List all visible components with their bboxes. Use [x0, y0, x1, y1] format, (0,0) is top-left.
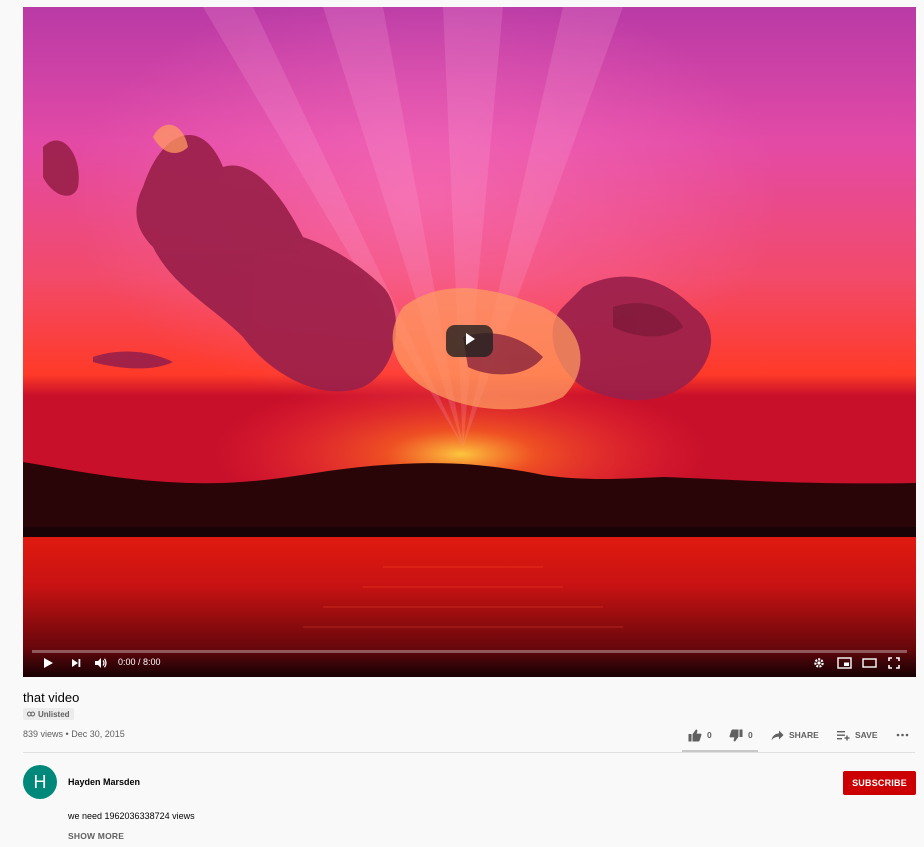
- volume-icon: [95, 658, 107, 668]
- theater-icon: [861, 658, 877, 668]
- share-icon: [771, 730, 784, 740]
- next-button[interactable]: [69, 655, 83, 671]
- video-title: that video: [23, 690, 80, 705]
- more-actions-button[interactable]: [896, 727, 909, 743]
- play-button[interactable]: [41, 655, 55, 671]
- channel-avatar[interactable]: H: [23, 765, 57, 799]
- miniplayer-button[interactable]: [836, 655, 852, 671]
- upload-date: Dec 30, 2015: [71, 729, 125, 739]
- channel-name[interactable]: Hayden Marsden: [68, 777, 140, 787]
- dislike-button[interactable]: 0: [729, 727, 753, 743]
- view-count: 839 views: [23, 729, 64, 739]
- video-description: we need 1962036338724 views: [68, 811, 195, 821]
- fullscreen-button[interactable]: [887, 655, 901, 671]
- subscribe-button[interactable]: SUBSCRIBE: [843, 771, 916, 795]
- dislike-icon: [729, 729, 743, 741]
- fullscreen-icon: [888, 657, 900, 669]
- more-icon: [896, 733, 909, 737]
- play-icon: [44, 658, 53, 668]
- share-label: SHARE: [789, 730, 819, 740]
- visibility-badge: Unlisted: [23, 708, 74, 720]
- video-player[interactable]: 0:00 / 8:00: [23, 7, 916, 677]
- settings-button[interactable]: [812, 655, 826, 671]
- meta-separator: •: [65, 729, 69, 739]
- save-playlist-icon: [837, 730, 850, 740]
- like-icon: [688, 729, 702, 741]
- player-controls: 0:00 / 8:00: [23, 649, 916, 677]
- miniplayer-icon: [836, 657, 852, 669]
- theater-mode-button[interactable]: [861, 655, 877, 671]
- visibility-label: Unlisted: [38, 709, 70, 719]
- next-icon: [72, 659, 81, 667]
- play-icon: [463, 332, 477, 351]
- share-button[interactable]: SHARE: [771, 727, 819, 743]
- section-divider: [23, 752, 915, 753]
- save-label: SAVE: [855, 730, 878, 740]
- dislike-count: 0: [748, 730, 753, 740]
- large-play-button[interactable]: [446, 325, 493, 357]
- save-button[interactable]: SAVE: [837, 727, 878, 743]
- video-meta: 839 views • Dec 30, 2015: [23, 729, 125, 739]
- volume-button[interactable]: [93, 655, 109, 671]
- show-more-button[interactable]: SHOW MORE: [68, 831, 124, 841]
- like-count: 0: [707, 730, 712, 740]
- link-icon: [27, 710, 35, 719]
- time-display: 0:00 / 8:00: [118, 657, 161, 667]
- settings-icon: [814, 658, 824, 668]
- like-button[interactable]: 0: [688, 727, 712, 743]
